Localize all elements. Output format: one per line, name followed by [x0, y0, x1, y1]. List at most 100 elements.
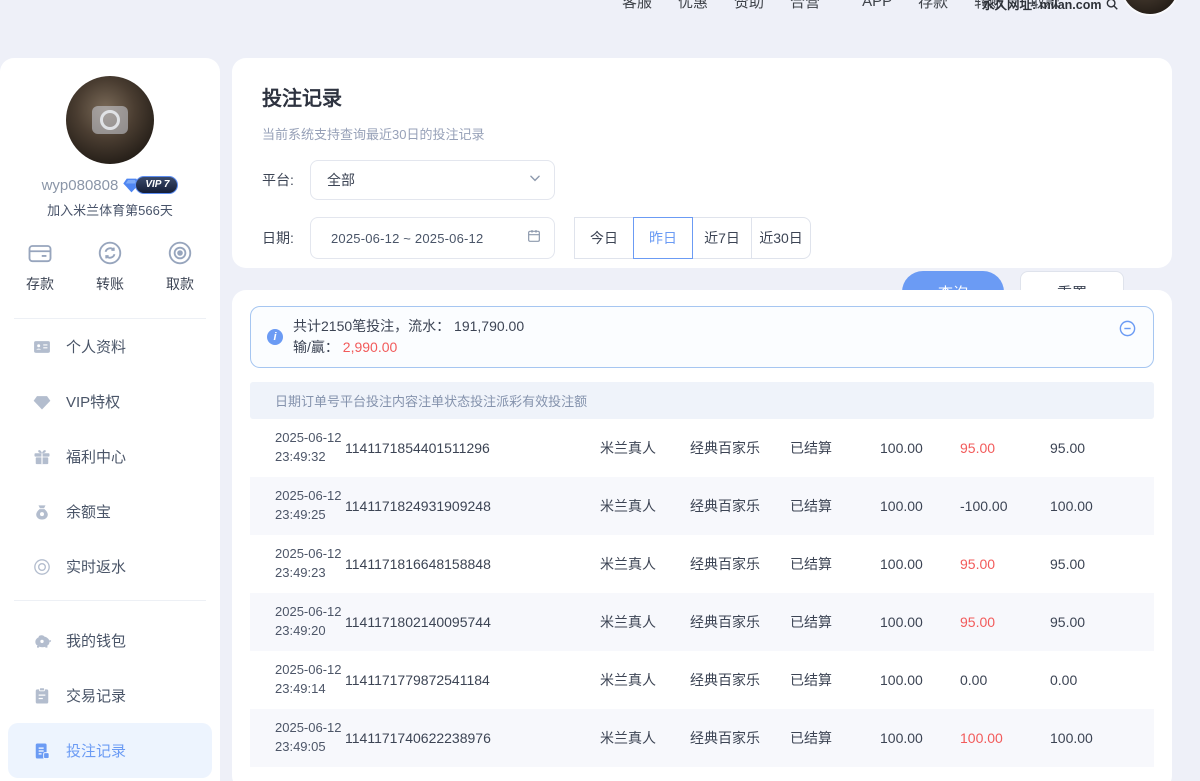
- quick-date-button[interactable]: 近7日: [692, 217, 752, 259]
- payout-cell: -100.00: [960, 498, 1050, 514]
- chevron-down-icon: [528, 171, 542, 190]
- loss-win-value: 2,990.00: [343, 339, 398, 355]
- sidebar-item-bet-records[interactable]: 投注记录: [8, 723, 212, 778]
- vip-badge: VIP 7: [123, 176, 178, 194]
- sidebar-item-welfare[interactable]: 福利中心: [0, 429, 220, 484]
- header-avatar[interactable]: [1122, 0, 1178, 14]
- nav-promotions[interactable]: 优惠: [678, 0, 708, 12]
- sidebar-item-wallet[interactable]: 我的钱包: [0, 613, 220, 668]
- platform-cell: 米兰真人: [600, 554, 690, 574]
- quick-actions: 存款 转账 取款: [0, 239, 220, 294]
- nav-sponsor[interactable]: 赞助: [734, 0, 764, 12]
- sidebar-item-vip[interactable]: VIP特权: [0, 374, 220, 429]
- quick-withdraw[interactable]: 取款: [166, 239, 194, 294]
- date-range-value: 2025-06-12 ~ 2025-06-12: [331, 231, 526, 246]
- table-header: 日期 订单号 平台 投注内容 注单状态 投注 派彩 有效投注额: [250, 382, 1154, 419]
- table-row[interactable]: 2025-06-1223:49:23 1141171816648158848 米…: [250, 535, 1154, 593]
- date-range-input[interactable]: 2025-06-12 ~ 2025-06-12: [310, 217, 555, 259]
- quick-transfer[interactable]: 转账: [96, 239, 124, 294]
- filter-card: 投注记录 当前系统支持查询最近30日的投注记录 平台: 全部 日期: 2025-…: [232, 58, 1172, 268]
- clipboard-icon: [32, 686, 52, 706]
- table-row[interactable]: 2025-06-1223:49:20 1141171802140095744 米…: [250, 593, 1154, 651]
- bet-time: 23:49:05: [275, 738, 345, 757]
- moneybag-icon: [32, 502, 52, 522]
- sidebar: wyp080808 VIP 7 加入米兰体育第566天 存款 转账 取款: [0, 58, 220, 781]
- status-cell: 已结算: [790, 612, 880, 632]
- valid-bet-cell: 95.00: [1050, 614, 1150, 630]
- order-number: 1141171816648158848: [345, 556, 600, 572]
- column-header: 注单状态: [418, 391, 470, 410]
- page-title: 投注记录: [262, 82, 1142, 111]
- valid-bet-cell: 95.00: [1050, 440, 1150, 456]
- avatar[interactable]: [66, 76, 154, 164]
- bet-amount-cell: 100.00: [880, 614, 960, 630]
- payout-cell: 100.00: [960, 730, 1050, 746]
- table-body: 2025-06-1223:49:32 1141171854401511296 米…: [250, 419, 1154, 767]
- sidebar-item-profile[interactable]: 个人资料: [0, 319, 220, 374]
- bet-amount-cell: 100.00: [880, 556, 960, 572]
- order-number: 1141171824931909248: [345, 498, 600, 514]
- column-header: 平台: [340, 391, 366, 410]
- platform-cell: 米兰真人: [600, 438, 690, 458]
- nav-customer-service[interactable]: 客服: [622, 0, 652, 12]
- bet-time: 23:49:32: [275, 448, 345, 467]
- bet-date: 2025-06-12: [275, 661, 345, 680]
- bet-records-table: 日期 订单号 平台 投注内容 注单状态 投注 派彩 有效投注额 2025-06-…: [250, 382, 1154, 767]
- sidebar-item-label: 我的钱包: [66, 630, 126, 651]
- bet-records-card: i 共计2150笔投注，流水： 191,790.00 输/赢： 2,990.00…: [232, 290, 1172, 781]
- withdraw-icon: [166, 239, 194, 267]
- summary-line1: 共计2150笔投注，流水： 191,790.00: [293, 316, 524, 337]
- transfer-icon: [96, 239, 124, 267]
- order-number: 1141171740622238976: [345, 730, 600, 746]
- page-subtitle: 当前系统支持查询最近30日的投注记录: [262, 124, 1142, 143]
- quick-date-group: 今日 昨日 近7日 近30日: [575, 217, 811, 259]
- payout-cell: 95.00: [960, 614, 1050, 630]
- status-cell: 已结算: [790, 670, 880, 690]
- bet-content-cell: 经典百家乐: [690, 554, 790, 574]
- sidebar-item-label: 余额宝: [66, 501, 111, 522]
- platform-cell: 米兰真人: [600, 728, 690, 748]
- status-cell: 已结算: [790, 438, 880, 458]
- table-row[interactable]: 2025-06-1223:49:14 1141171779872541184 米…: [250, 651, 1154, 709]
- username: wyp080808: [42, 177, 119, 194]
- table-row[interactable]: 2025-06-1223:49:32 1141171854401511296 米…: [250, 419, 1154, 477]
- rebate-icon: [32, 557, 52, 577]
- nav-deposit[interactable]: 存款: [918, 0, 948, 12]
- sidebar-item-label: 个人资料: [66, 336, 126, 357]
- bet-content-cell: 经典百家乐: [690, 728, 790, 748]
- quick-date-button[interactable]: 昨日: [633, 217, 693, 259]
- sidebar-menu-group1: 个人资料 VIP特权 福利中心 余额宝 实时返水: [0, 319, 220, 594]
- quick-deposit[interactable]: 存款: [26, 239, 54, 294]
- summary-banner: i 共计2150笔投注，流水： 191,790.00 输/赢： 2,990.00: [250, 306, 1154, 368]
- search-icon[interactable]: [1105, 0, 1119, 11]
- quick-date-button[interactable]: 近30日: [751, 217, 811, 259]
- status-cell: 已结算: [790, 554, 880, 574]
- idcard-icon: [32, 337, 52, 357]
- bet-date: 2025-06-12: [275, 429, 345, 448]
- payout-cell: 0.00: [960, 672, 1050, 688]
- order-number: 1141171802140095744: [345, 614, 600, 630]
- column-header: 投注内容: [366, 391, 418, 410]
- bet-date: 2025-06-12: [275, 545, 345, 564]
- bet-date: 2025-06-12: [275, 603, 345, 622]
- platform-select[interactable]: 全部: [310, 160, 555, 200]
- bet-content-cell: 经典百家乐: [690, 670, 790, 690]
- sidebar-item-yuebao[interactable]: 余额宝: [0, 484, 220, 539]
- platform-selected-value: 全部: [327, 170, 528, 190]
- permanent-url: 永久网址: milan.com: [982, 0, 1119, 13]
- column-header: 日期: [275, 391, 301, 410]
- table-row[interactable]: 2025-06-1223:49:25 1141171824931909248 米…: [250, 477, 1154, 535]
- date-label: 日期:: [262, 228, 310, 248]
- column-header: 有效投注额: [522, 391, 587, 410]
- sidebar-item-rebate[interactable]: 实时返水: [0, 539, 220, 594]
- sidebar-item-label: 实时返水: [66, 556, 126, 577]
- nav-partnership[interactable]: 合营: [790, 0, 820, 12]
- bet-time: 23:49:25: [275, 506, 345, 525]
- table-row[interactable]: 2025-06-1223:49:05 1141171740622238976 米…: [250, 709, 1154, 767]
- sidebar-item-transactions[interactable]: 交易记录: [0, 668, 220, 723]
- collapse-icon[interactable]: [1118, 319, 1137, 343]
- bet-date: 2025-06-12: [275, 487, 345, 506]
- quick-date-button[interactable]: 今日: [574, 217, 634, 259]
- nav-app[interactable]: APP: [862, 0, 892, 10]
- order-number: 1141171779872541184: [345, 672, 600, 688]
